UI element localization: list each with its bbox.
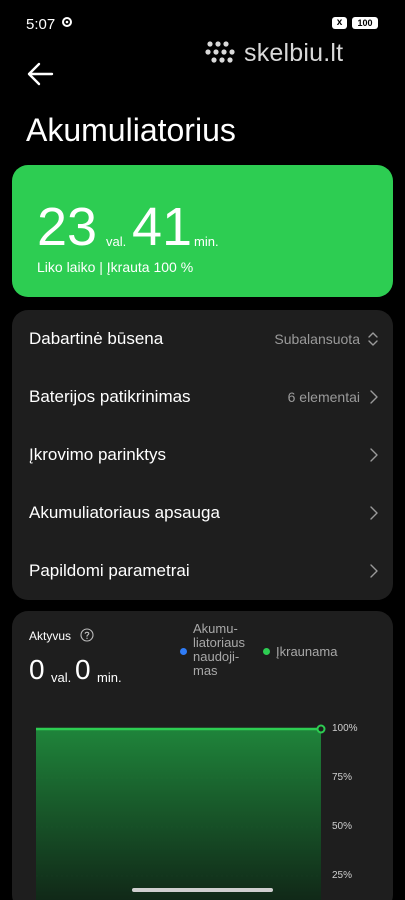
page-title: Akumuliatorius: [26, 112, 236, 148]
watermark-text: skelbiu.lt: [244, 38, 344, 67]
legend-dot-charging: [263, 648, 270, 655]
active-hours: 0: [29, 654, 45, 685]
settings-row-charging-options[interactable]: Įkrovimo parinktys: [12, 426, 393, 484]
status-bar: 5:07 x 100: [0, 0, 405, 48]
settings-row-additional-parameters[interactable]: Papildomi parametrai: [12, 542, 393, 600]
y-tick-label: 100%: [332, 723, 358, 734]
back-arrow-icon[interactable]: [24, 60, 56, 88]
legend-dot-battery-usage: [180, 648, 187, 655]
settings-row-label: Baterijos patikrinimas: [29, 387, 191, 406]
remaining-minutes: 41: [132, 197, 193, 257]
settings-row-label: Įkrovimo parinktys: [29, 445, 166, 464]
active-minutes-unit: min.: [97, 670, 122, 685]
settings-row-value: Subalansuota: [274, 331, 360, 347]
legend-label-battery-usage: naudoji-: [193, 649, 240, 664]
home-indicator[interactable]: [132, 888, 273, 892]
chevron-right-icon: [370, 448, 378, 462]
settings-row-battery-check[interactable]: Baterijos patikrinimas 6 elementai: [12, 368, 393, 426]
remaining-minutes-unit: min.: [194, 234, 219, 249]
legend-label-battery-usage: Akumu-: [193, 621, 238, 636]
settings-row-value: 6 elementai: [287, 389, 360, 405]
settings-row-label: Dabartinė būsena: [29, 329, 164, 348]
battery-icon: 100: [352, 17, 378, 29]
gear-icon: [62, 17, 72, 27]
y-tick-label: 50%: [332, 821, 353, 832]
remaining-hours-unit: val.: [106, 234, 127, 249]
battery-status-text: Liko laiko | Įkrauta 100 %: [37, 259, 194, 275]
chevron-right-icon: [370, 390, 378, 404]
settings-row-current-mode[interactable]: Dabartinė būsena Subalansuota: [12, 310, 393, 368]
legend-label-charging: Įkraunama: [276, 644, 338, 659]
current-level-point: [316, 724, 326, 734]
chevron-right-icon: [370, 506, 378, 520]
usage-title: Aktyvus: [29, 629, 72, 643]
y-tick-label: 25%: [332, 870, 353, 881]
settings-row-label: Akumuliatoriaus apsauga: [29, 503, 220, 522]
help-icon[interactable]: [80, 628, 94, 642]
y-tick-label: 75%: [332, 772, 353, 783]
active-hours-unit: val.: [51, 670, 72, 685]
active-minutes: 0: [75, 654, 91, 685]
legend-label-battery-usage: liatoriaus: [193, 635, 246, 650]
remaining-hours: 23: [37, 197, 98, 257]
settings-row-label: Papildomi parametrai: [29, 561, 190, 580]
watermark: skelbiu.lt: [204, 38, 343, 68]
legend-label-battery-usage: mas: [193, 663, 218, 678]
close-notification-icon: x: [332, 17, 347, 29]
watermark-logo-icon: [205, 41, 235, 63]
chevron-right-icon: [370, 564, 378, 578]
status-time: 5:07: [26, 16, 56, 33]
settings-row-battery-protection[interactable]: Akumuliatoriaus apsauga: [12, 484, 393, 542]
up-down-chevron-icon: [368, 332, 378, 346]
charging-area: [36, 729, 321, 900]
